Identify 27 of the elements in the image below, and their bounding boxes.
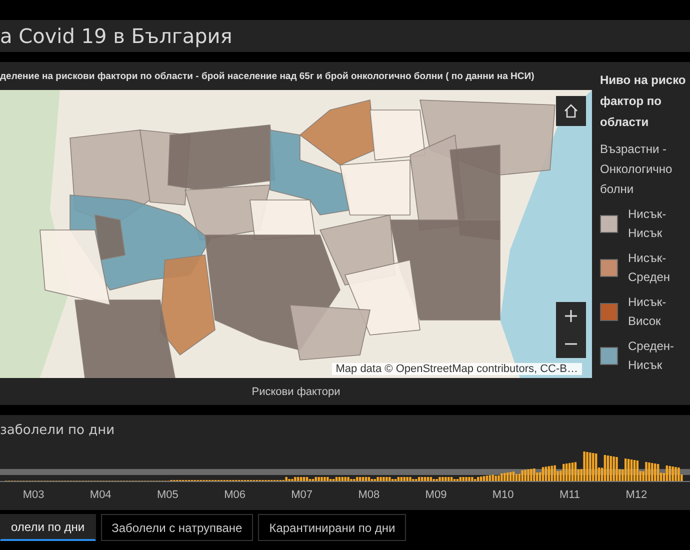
- month-label: M06: [224, 489, 246, 501]
- month-label: M10: [492, 489, 514, 501]
- plus-icon: [565, 310, 577, 322]
- home-button[interactable]: [556, 96, 586, 126]
- home-icon: [563, 103, 579, 119]
- page-title: а Covid 19 в България: [0, 24, 232, 48]
- month-label: M07: [291, 489, 313, 501]
- map-attribution: Map data © OpenStreetMap contributors, CC-B…: [332, 363, 582, 375]
- month-label: M08: [358, 489, 380, 501]
- chart-tab[interactable]: олели по дни: [0, 514, 96, 541]
- map-caption: Рискови фактори: [250, 386, 342, 398]
- month-label: M09: [425, 489, 447, 501]
- chart-tab[interactable]: Заболели с натрупване: [100, 514, 254, 541]
- map-heading: деление на рискови фактори по области - брой население над 65г и брой онкологично болни ( по данни на НСИ): [0, 70, 536, 84]
- month-label: M04: [90, 489, 112, 501]
- legend-label: Нисък-Нисък: [628, 206, 668, 242]
- chart-tab[interactable]: Карантинирани по дни: [258, 514, 406, 541]
- legend-label: Нисък-Среден: [628, 250, 672, 286]
- legend-label: Нисък-Висок: [628, 294, 668, 330]
- month-label: M03: [22, 489, 44, 501]
- month-label: M05: [156, 489, 178, 501]
- month-label: M12: [626, 489, 648, 501]
- chart-title: заболели по дни: [0, 423, 115, 438]
- legend-subtitle: Възрастни - Онкологично болни: [600, 141, 674, 198]
- legend-title: Ниво на риско фактор по области: [600, 72, 687, 131]
- legend-label: Среден-Нисък: [628, 338, 676, 374]
- month-label: M11: [559, 489, 580, 501]
